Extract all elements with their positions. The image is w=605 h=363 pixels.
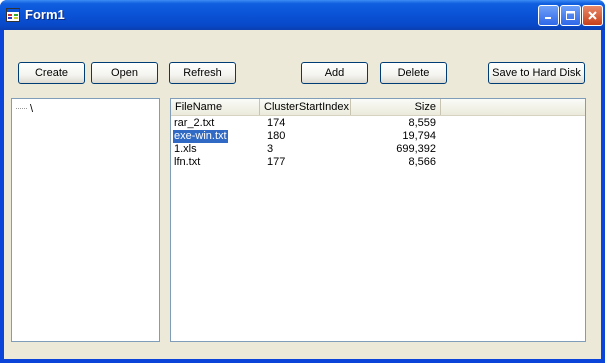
column-header-size[interactable]: Size — [351, 99, 441, 115]
column-header-cluster[interactable]: ClusterStartIndex — [260, 99, 351, 115]
close-icon — [588, 11, 597, 20]
filename-cell: lfn.txt — [174, 156, 201, 168]
form-client-area: Create Open Refresh Add Delete Save to H… — [4, 30, 601, 359]
title-bar[interactable]: Form1 — [0, 0, 605, 30]
minimize-icon — [545, 17, 551, 19]
size-cell: 19,794 — [402, 130, 436, 142]
filename-cell: 1.xls — [174, 143, 197, 155]
create-button[interactable]: Create — [18, 62, 85, 84]
app-window: Form1 Create Open Refresh Add Delete Sav… — [0, 0, 605, 363]
list-header: FileName ClusterStartIndex Size — [171, 99, 585, 116]
column-header-filename[interactable]: FileName — [171, 99, 260, 115]
add-button[interactable]: Add — [301, 62, 368, 84]
close-button[interactable] — [582, 5, 603, 26]
open-button[interactable]: Open — [91, 62, 158, 84]
size-cell: 8,559 — [408, 117, 436, 129]
window-title: Form1 — [25, 7, 65, 22]
save-to-disk-button[interactable]: Save to Hard Disk — [488, 62, 585, 84]
filename-cell: rar_2.txt — [174, 117, 215, 129]
filename-cell: exe-win.txt — [173, 130, 228, 143]
delete-button[interactable]: Delete — [380, 62, 447, 84]
cluster-cell: 180 — [267, 130, 286, 142]
cluster-cell: 177 — [267, 156, 286, 168]
maximize-button[interactable] — [560, 5, 581, 26]
size-cell: 8,566 — [408, 156, 436, 168]
size-cell: 699,392 — [396, 143, 436, 155]
refresh-button[interactable]: Refresh — [169, 62, 236, 84]
maximize-icon — [566, 11, 575, 20]
cluster-cell: 3 — [267, 143, 274, 155]
tree-line-icon — [16, 108, 28, 109]
file-list-view[interactable]: FileName ClusterStartIndex Size rar_2.tx… — [170, 98, 586, 342]
tree-root-node[interactable]: \ — [30, 103, 33, 115]
app-icon — [6, 8, 20, 22]
minimize-button[interactable] — [538, 5, 559, 26]
directory-tree[interactable]: \ — [11, 98, 160, 342]
cluster-cell: 174 — [267, 117, 286, 129]
